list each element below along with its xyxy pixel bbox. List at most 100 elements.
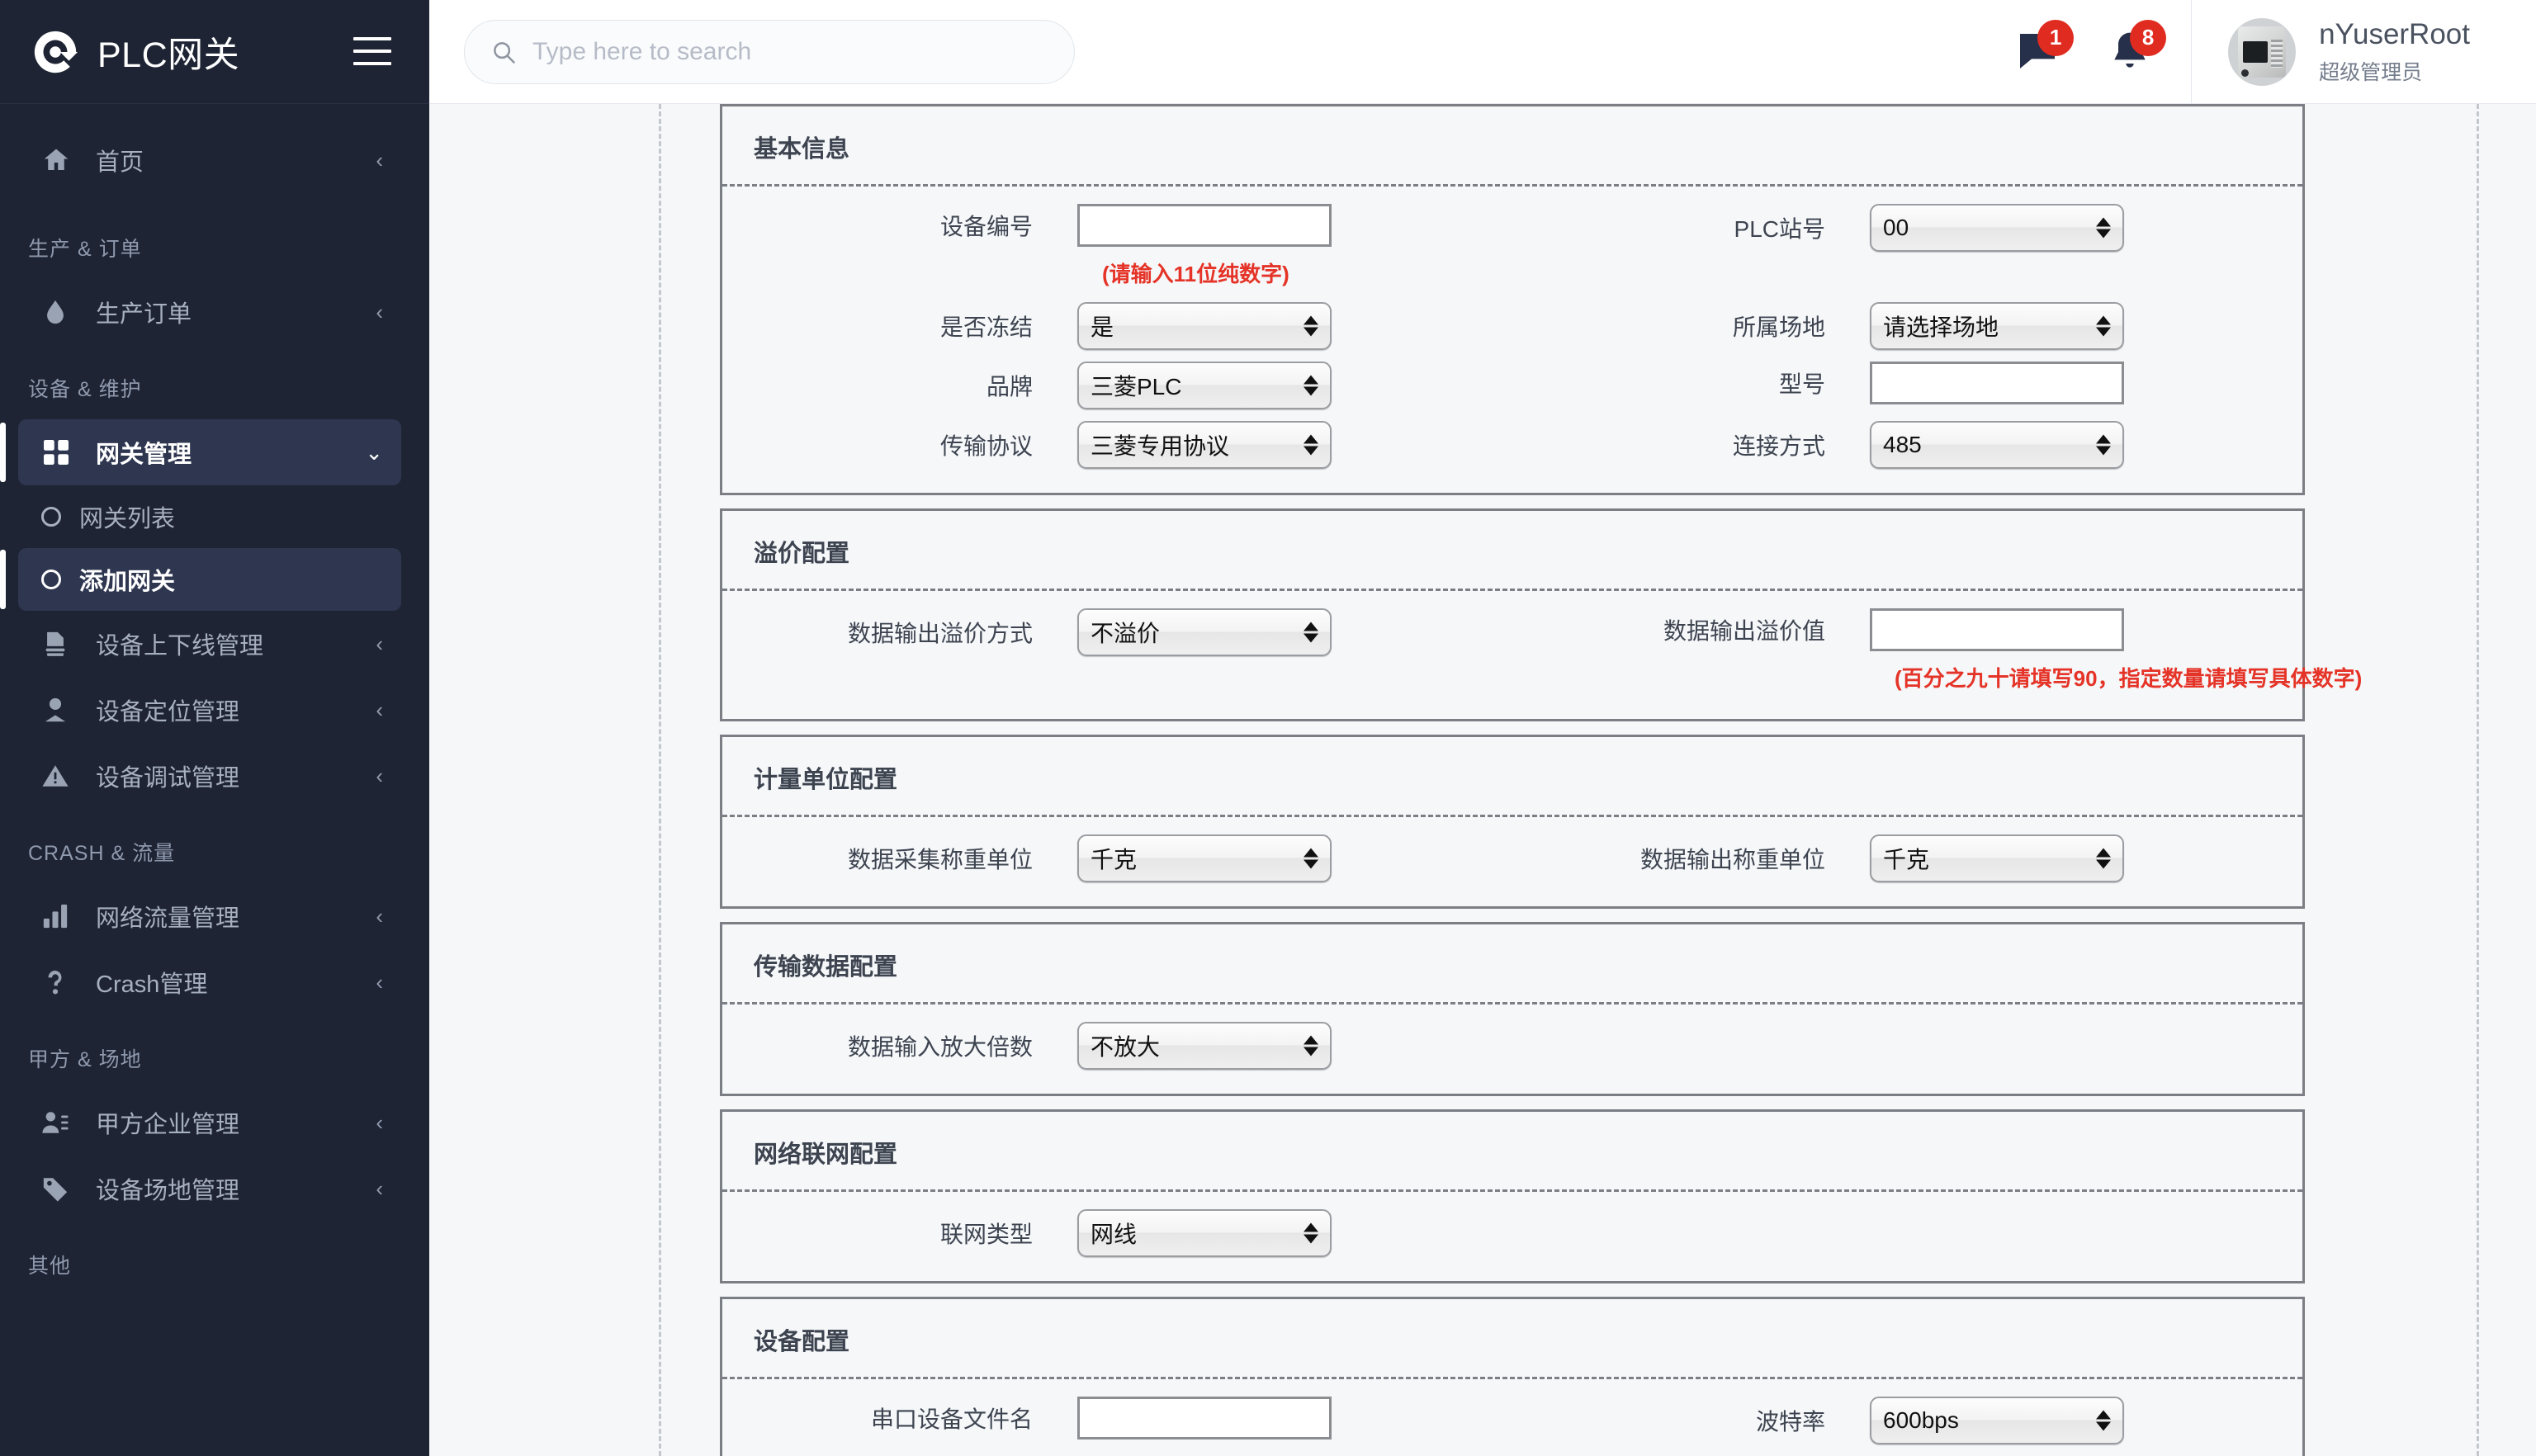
search-input[interactable] [532, 37, 1048, 66]
input-left-0-0[interactable] [1077, 204, 1332, 247]
select-left-4-0[interactable]: 网线 [1077, 1209, 1332, 1257]
sidebar-section-3: 设备 & 维护 [28, 378, 142, 401]
user-role: 超级管理员 [2319, 60, 2423, 84]
field-label: 连接方式 [1732, 433, 1825, 459]
sidebar-item-11[interactable]: 网络流量管理 ‹ [18, 883, 401, 949]
field-control: 是 [1077, 302, 1332, 350]
hint-cell-right: (百分之九十请填写90，指定数量请填写具体数字) [1515, 662, 2362, 693]
field-label: 型号 [1778, 371, 1825, 397]
user-name: nYuserRoot [2319, 17, 2470, 50]
select-left-3-0[interactable]: 不放大 [1077, 1022, 1332, 1070]
input-left-5-0[interactable] [1077, 1397, 1332, 1439]
section-title: 基本信息 [722, 106, 2302, 187]
field-control: 网线 [1077, 1209, 1332, 1257]
form-cell-right: 连接方式 485 [1515, 421, 2291, 469]
select-value: 不溢价 [1091, 621, 1161, 646]
form-cell-right: 数据输出称重单位 千克 [1515, 834, 2291, 882]
sidebar-item-0[interactable]: 首页 ‹ [18, 127, 401, 193]
form-section: 网络联网配置联网类型 网线 [720, 1109, 2305, 1283]
select-stepper-arrows-icon [2096, 315, 2111, 337]
select-right-0-2[interactable]: 请选择场地 [1870, 302, 2124, 350]
sidebar-item-label: 甲方企业管理 [96, 1112, 240, 1138]
section-rows: 串口设备文件名波特率600bps奇偶校验NONE数据位5停止位1 [722, 1384, 2302, 1456]
sidebar: PLC网关 首页 ‹ 生产 & 订单 生产订单 ‹ 设备 & 维护 网关管理 ⌄ 网关列表 添加网… [0, 0, 429, 1456]
user-profile[interactable]: nYuserRoot 超级管理员 [2192, 17, 2536, 86]
section-title: 传输数据配置 [722, 924, 2302, 1005]
sidebar-nav: 首页 ‹ 生产 & 订单 生产订单 ‹ 设备 & 维护 网关管理 ⌄ 网关列表 添加网关 设备上下线… [0, 104, 429, 1296]
field-label: 联网类型 [939, 1222, 1033, 1247]
form-section: 计量单位配置 数据采集称重单位 千克 数据输出称重单位 千克 [720, 735, 2305, 909]
app-root: PLC网关 首页 ‹ 生产 & 订单 生产订单 ‹ 设备 & 维护 网关管理 ⌄ 网关列表 添加网… [0, 0, 2536, 1456]
select-left-0-2[interactable]: 是 [1077, 302, 1332, 350]
select-stepper-arrows-icon [2096, 848, 2111, 869]
field-label: PLC站号 [1734, 216, 1825, 242]
select-left-2-0[interactable]: 千克 [1077, 834, 1332, 882]
select-right-5-0[interactable]: 600bps [1870, 1397, 2124, 1444]
sidebar-item-4[interactable]: 网关管理 ⌄ [0, 419, 401, 485]
select-value: 千克 [1091, 847, 1138, 872]
bell-icon[interactable]: 8 [2107, 19, 2167, 76]
hint-cell-right [1515, 258, 2291, 288]
sidebar-item-2[interactable]: 生产订单 ‹ [18, 279, 401, 345]
chat-bubble-icon[interactable]: 1 [2014, 19, 2075, 76]
sidebar-item-12[interactable]: Crash管理 ‹ [18, 949, 401, 1015]
select-right-0-0[interactable]: 00 [1870, 204, 2124, 252]
sidebar-item-14[interactable]: 甲方企业管理 ‹ [18, 1090, 401, 1156]
select-right-2-0[interactable]: 千克 [1870, 834, 2124, 882]
input-right-1-0[interactable] [1870, 608, 2124, 651]
select-value: 485 [1883, 432, 1922, 457]
sidebar-section-13: 甲方 & 场地 [28, 1048, 142, 1071]
form-row: 品牌 三菱PLC 型号 [722, 356, 2302, 415]
field-control: 不溢价 [1077, 608, 1332, 656]
document-icon [41, 630, 81, 658]
content-area: 基本信息 设备编号 PLC站号 00 (请输入11位纯数字) 是否冻结 是 所属场地 请选择场地… [429, 104, 2536, 1456]
field-control: 请选择场地 [1870, 302, 2124, 350]
select-stepper-arrows-icon [1303, 1222, 1318, 1244]
search-box[interactable] [464, 19, 1075, 84]
sidebar-item-9[interactable]: 设备调试管理 ‹ [18, 743, 401, 809]
topbar-icons: 1 8 [2014, 19, 2191, 76]
chevron-left-icon: ‹ [376, 697, 383, 722]
bar-chart-icon [41, 902, 81, 930]
field-label: 数据输出溢价值 [1663, 618, 1825, 644]
brand-title: PLC网关 [97, 35, 240, 75]
sidebar-subitem-6[interactable]: 添加网关 [0, 548, 401, 611]
sidebar-item-label: 设备定位管理 [96, 699, 240, 726]
sidebar-item-8[interactable]: 设备定位管理 ‹ [18, 677, 401, 743]
form-row: 串口设备文件名 波特率 600bps [722, 1391, 2302, 1450]
select-stepper-arrows-icon [1303, 622, 1318, 643]
people-list-icon [41, 1109, 81, 1137]
grid-icon [41, 437, 81, 467]
circle-bullet-icon [41, 570, 61, 589]
section-title: 网络联网配置 [722, 1112, 2302, 1192]
sidebar-item-7[interactable]: 设备上下线管理 ‹ [18, 611, 401, 677]
field-label: 串口设备文件名 [870, 1406, 1033, 1432]
main-area: 1 8 nYuserRoot 超级管理员 [429, 0, 2536, 1456]
message-badge: 1 [2037, 19, 2075, 56]
form-cell-left: 是否冻结 是 [722, 302, 1515, 350]
field-control: 600bps [1870, 1397, 2124, 1444]
select-left-0-4[interactable]: 三菱专用协议 [1077, 421, 1332, 469]
select-left-0-3[interactable]: 三菱PLC [1077, 362, 1332, 409]
form-cell-left: 串口设备文件名 [722, 1397, 1515, 1439]
input-right-0-3[interactable] [1870, 362, 2124, 404]
field-control: 不放大 [1077, 1022, 1332, 1070]
field-control [1077, 204, 1332, 247]
select-right-0-4[interactable]: 485 [1870, 421, 2124, 469]
chevron-left-icon: ‹ [376, 1176, 383, 1201]
field-label: 是否冻结 [939, 314, 1033, 340]
field-control [1870, 608, 2124, 651]
home-icon [41, 145, 81, 175]
section-title: 计量单位配置 [722, 737, 2302, 817]
form-section: 设备配置串口设备文件名波特率600bps奇偶校验NONE数据位5停止位1 [720, 1297, 2305, 1456]
select-stepper-arrows-icon [1303, 848, 1318, 869]
field-label: 所属场地 [1732, 314, 1825, 340]
sidebar-subitem-5[interactable]: 网关列表 [18, 485, 401, 548]
sidebar-item-label: 设备上下线管理 [96, 633, 264, 659]
select-stepper-arrows-icon [2096, 1410, 2111, 1431]
form-row: 设备编号 PLC站号 00 [722, 198, 2302, 258]
chevron-down-icon: ⌄ [365, 440, 383, 465]
select-left-1-0[interactable]: 不溢价 [1077, 608, 1332, 656]
sidebar-item-15[interactable]: 设备场地管理 ‹ [18, 1156, 401, 1222]
hamburger-icon[interactable] [353, 36, 391, 67]
